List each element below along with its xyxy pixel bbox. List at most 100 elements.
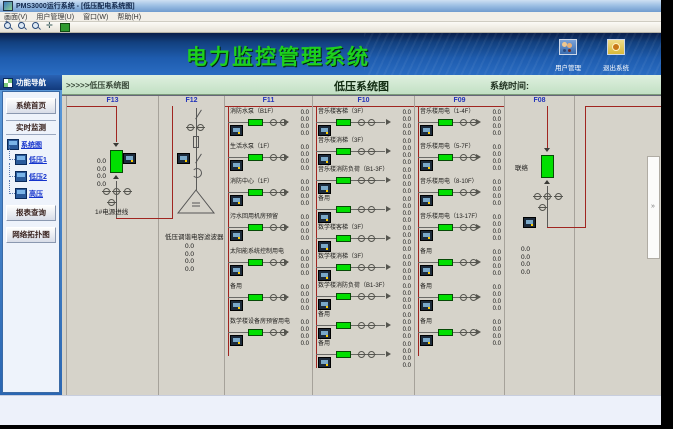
breaker-closed-icon[interactable] [336,293,351,300]
value: 0.0 [301,264,309,271]
feeder-label: 备用 [318,196,330,203]
meter-icon[interactable] [318,270,331,281]
arrow-icon [386,206,391,212]
breaker-closed-icon[interactable] [336,148,351,155]
meter-icon[interactable] [230,195,243,206]
breaker-closed-icon[interactable] [438,329,453,336]
meter-icon[interactable] [230,300,243,311]
meter-icon[interactable] [318,241,331,252]
meter-icon[interactable] [230,230,243,241]
breaker-closed-icon[interactable] [336,264,351,271]
breaker-closed-icon[interactable] [110,150,123,173]
bus-line [172,106,173,219]
zoom-in-icon[interactable] [4,22,14,32]
panel-collapse-handle[interactable] [647,156,660,259]
feeder-column-f10: F10 音乐楼客梯（3F） 0.00.00.00.0 音乐楼消梯（3F） 0.0… [313,96,415,395]
breaker-closed-icon[interactable] [438,154,453,161]
breaker-closed-icon[interactable] [248,259,263,266]
breaker-closed-icon[interactable] [248,224,263,231]
breaker-closed-icon[interactable] [438,294,453,301]
screen-tool-icon[interactable] [60,22,70,32]
meter-icon[interactable] [318,299,331,310]
meter-icon[interactable] [318,357,331,368]
measurement-values: 0.00.00.00.0 [493,110,501,138]
breaker-closed-icon[interactable] [336,235,351,242]
breaker-closed-icon[interactable] [248,294,263,301]
sidebar-item-topology[interactable]: 网络拓扑图 [6,227,56,243]
user-management-button[interactable]: 用户管理 [551,39,585,72]
meter-icon[interactable] [230,125,243,136]
meter-icon[interactable] [318,154,331,165]
meter-icon[interactable] [523,217,536,228]
meter-icon[interactable] [318,125,331,136]
one-line-diagram: F13 0.0 [62,95,661,395]
value: 0.0 [493,117,501,124]
monitor-icon [15,171,27,182]
title-bar[interactable]: PMS3000运行系统 - [低压配电系统图] [0,0,661,12]
meter-icon[interactable] [318,183,331,194]
breaker-closed-icon[interactable] [438,189,453,196]
meter-icon[interactable] [318,212,331,223]
breaker-closed-icon[interactable] [438,224,453,231]
value: 0.0 [403,291,411,298]
feeder-row: 音乐楼用电（8-10F） 0.00.00.00.0 [418,179,502,214]
switch-icon [534,193,541,200]
zoom-tool-icon[interactable] [32,22,42,32]
arrow-icon [386,177,391,183]
switch-icon [270,189,277,196]
value: 0.0 [493,159,501,166]
breaker-closed-icon[interactable] [336,322,351,329]
breaker-closed-icon[interactable] [336,119,351,126]
meter-icon[interactable] [420,125,433,136]
breaker-closed-icon[interactable] [248,154,263,161]
meter-icon[interactable] [123,153,136,164]
switch-icon [368,293,375,300]
meter-icon[interactable] [230,335,243,346]
feeder-label: 数学楼消梯（3F） [318,254,367,261]
tree-item-2[interactable]: 高压 [15,188,57,199]
meter-icon[interactable] [318,328,331,339]
arrow-icon [476,189,481,195]
value: 0.0 [301,180,309,187]
value: 0.0 [493,145,501,152]
meter-icon[interactable] [420,265,433,276]
menu-item-1[interactable]: 用户管理(U) [36,12,74,22]
meter-icon[interactable] [420,335,433,346]
value: 0.0 [493,131,501,138]
meter-icon[interactable] [420,300,433,311]
breaker-closed-icon[interactable] [248,329,263,336]
breaker-closed-icon[interactable] [248,119,263,126]
page-title: 低压系统图 [62,78,661,94]
menu-item-3[interactable]: 帮助(H) [117,12,141,22]
value: 0.0 [403,139,411,146]
meter-icon[interactable] [420,230,433,241]
breaker-closed-icon[interactable] [336,351,351,358]
meter-icon[interactable] [177,153,190,164]
menu-item-2[interactable]: 窗口(W) [83,12,108,22]
meter-icon[interactable] [420,160,433,171]
select-tool-icon[interactable] [46,22,56,32]
value: 0.0 [403,327,411,334]
exit-system-button[interactable]: 退出系统 [599,39,633,72]
breaker-closed-icon[interactable] [541,155,554,178]
tree-item-0[interactable]: 低压1 [15,154,57,165]
breaker-closed-icon[interactable] [248,189,263,196]
feeder-row: 备用 0.00.00.00.0 [418,284,502,319]
tree-item-1[interactable]: 低压2 [15,171,57,182]
breaker-closed-icon[interactable] [438,119,453,126]
meter-icon[interactable] [230,160,243,171]
meter-icon[interactable] [230,265,243,276]
measurement-values: 0.00.00.00.0 [493,285,501,313]
sidebar-item-reports[interactable]: 报表查询 [6,205,56,221]
measurement-values: 0.0 0.0 0.0 0.0 [521,246,530,276]
switch-icon [460,154,467,161]
zoom-out-icon[interactable] [18,22,28,32]
meter-icon[interactable] [420,195,433,206]
measurement-values: 0.00.00.00.0 [403,110,411,138]
switch-icon [358,322,365,329]
breaker-closed-icon[interactable] [336,177,351,184]
sidebar-item-home[interactable]: 系统首页 [6,98,56,114]
breaker-closed-icon[interactable] [336,206,351,213]
breaker-closed-icon[interactable] [438,259,453,266]
switch-icon [270,259,277,266]
